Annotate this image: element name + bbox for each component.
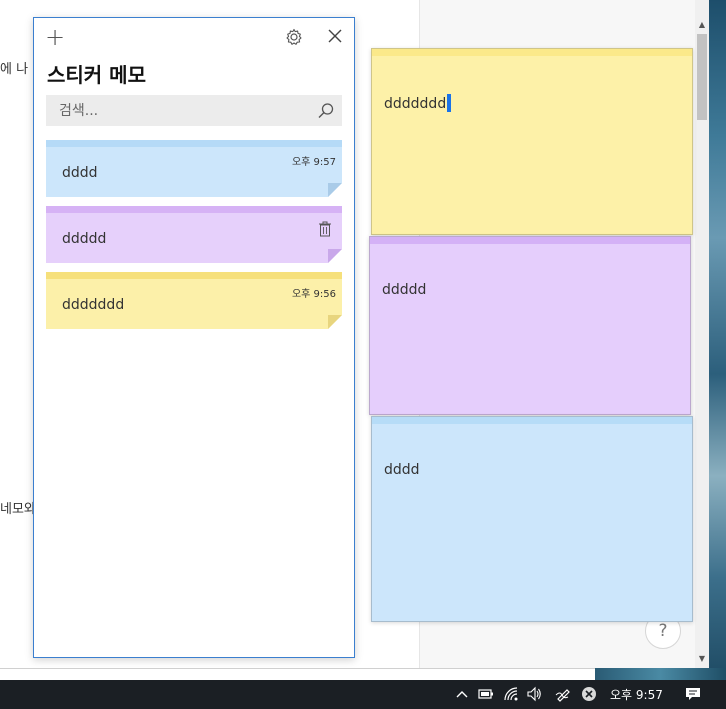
list-item-note[interactable]: 오후 9:56 ddddddd	[46, 272, 342, 329]
page-fold-icon	[328, 183, 342, 197]
search-box	[46, 95, 342, 126]
vertical-scrollbar[interactable]: ▲ ▼	[695, 0, 709, 668]
note-title-bar[interactable]	[372, 49, 692, 56]
page-fold-icon	[328, 249, 342, 263]
add-note-button[interactable]: +	[44, 25, 66, 49]
volume-icon[interactable]	[525, 685, 543, 703]
taskbar: 오후 9:57	[0, 680, 726, 709]
note-title-bar[interactable]	[370, 237, 690, 244]
search-input[interactable]	[46, 95, 306, 126]
note-body-text[interactable]: ddddddd	[384, 94, 452, 112]
sticky-note-yellow[interactable]: ddddddd	[371, 48, 693, 235]
list-item-note[interactable]: 오후 9:57 dddd	[46, 140, 342, 197]
note-timestamp: 오후 9:57	[291, 157, 336, 168]
page-fold-icon	[328, 315, 342, 329]
list-item-note[interactable]: ddddd	[46, 206, 342, 263]
battery-icon[interactable]	[477, 685, 495, 703]
divider	[0, 668, 595, 669]
document-text-fragment: 에 나	[0, 62, 29, 77]
trash-icon[interactable]	[318, 221, 332, 237]
chevron-up-icon[interactable]	[453, 685, 471, 703]
search-icon[interactable]	[316, 101, 336, 121]
note-preview-text: ddddd	[62, 231, 107, 247]
scroll-up-icon[interactable]: ▲	[695, 18, 709, 32]
note-color-bar	[46, 206, 342, 213]
sticky-notes-list-window: + 스티커 메모 오후 9:57 dddd	[33, 17, 355, 658]
page-title: 스티커 메모	[47, 63, 146, 87]
close-circle-icon[interactable]	[580, 685, 598, 703]
note-title-bar[interactable]	[372, 417, 692, 424]
sticky-note-purple[interactable]: ddddd	[369, 236, 691, 415]
desktop-wallpaper	[595, 668, 726, 680]
sticky-note-blue[interactable]: dddd	[371, 416, 693, 622]
desktop-wallpaper	[709, 0, 726, 680]
scroll-down-icon[interactable]: ▼	[695, 652, 709, 666]
text-cursor	[447, 94, 452, 112]
note-preview-text: dddd	[62, 165, 98, 181]
note-color-bar	[46, 272, 342, 279]
taskbar-clock[interactable]: 오후 9:57	[610, 686, 663, 703]
gear-icon[interactable]	[284, 27, 304, 47]
note-timestamp: 오후 9:56	[291, 289, 336, 300]
note-preview-text: ddddddd	[62, 297, 125, 313]
close-icon[interactable]	[326, 27, 344, 45]
note-body-text[interactable]: dddd	[384, 462, 420, 478]
note-body-text[interactable]: ddddd	[382, 282, 426, 298]
scroll-thumb[interactable]	[697, 34, 707, 120]
notification-icon[interactable]	[684, 685, 702, 703]
note-color-bar	[46, 140, 342, 147]
document-text-fragment: 네모와	[0, 502, 36, 517]
pen-icon[interactable]	[554, 685, 572, 703]
note-content[interactable]: ddddddd	[384, 96, 446, 112]
wifi-icon[interactable]	[502, 685, 520, 703]
